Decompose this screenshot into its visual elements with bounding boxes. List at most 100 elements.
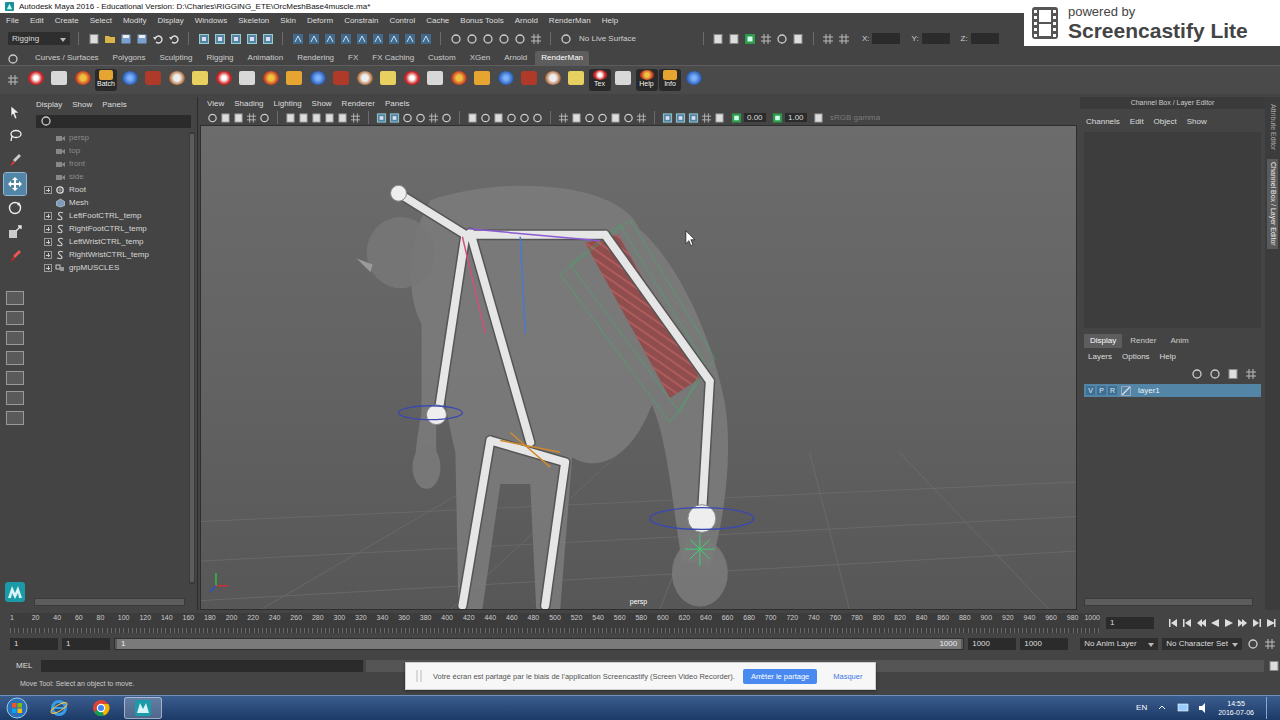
viewport-tool-icon[interactable]: [337, 112, 348, 123]
snap-icon[interactable]: [403, 32, 416, 45]
viewport-tool-icon[interactable]: [493, 112, 504, 123]
menu-item[interactable]: Skin: [280, 16, 296, 26]
view-transform-dropdown[interactable]: sRGB gamma: [826, 113, 906, 123]
select-tool-icon[interactable]: [4, 101, 26, 123]
prefs-icon[interactable]: [1263, 638, 1276, 651]
render-icon[interactable]: [728, 32, 741, 45]
shelf-tab[interactable]: Animation: [242, 51, 290, 65]
coordinate-field[interactable]: [922, 33, 950, 44]
menu-item[interactable]: Modify: [123, 16, 147, 26]
layer-tool-icon[interactable]: [1208, 367, 1221, 380]
side-tab[interactable]: Channel Box / Layer Editor: [1267, 159, 1277, 249]
script-language-button[interactable]: MEL: [10, 660, 38, 672]
clock[interactable]: 14:552016-07-06: [1218, 699, 1254, 717]
viewport-tool-icon[interactable]: [311, 112, 322, 123]
stop-sharing-button[interactable]: Arrêter le partage: [743, 669, 817, 684]
transform-field-icon[interactable]: [838, 32, 851, 45]
shelf-button[interactable]: [283, 69, 305, 91]
viewport-tool-icon[interactable]: [402, 112, 413, 123]
layout-button[interactable]: [6, 291, 24, 305]
file-icon[interactable]: [167, 32, 180, 45]
anim-layer-dropdown[interactable]: No Anim Layer: [1080, 638, 1158, 650]
snap-icon[interactable]: [323, 32, 336, 45]
shelf-button[interactable]: Batch: [95, 69, 117, 91]
outliner-menu-item[interactable]: Display: [36, 100, 62, 110]
viewport-tool-icon[interactable]: [480, 112, 491, 123]
layout-button[interactable]: [6, 371, 24, 385]
outliner-item[interactable]: grpMUSCLES: [30, 262, 197, 275]
shelf-tab[interactable]: Custom: [422, 51, 462, 65]
shelf-button[interactable]: Help: [636, 69, 658, 91]
hide-button[interactable]: Masquer: [825, 669, 870, 684]
shelf-button[interactable]: [119, 69, 141, 91]
shelf-button[interactable]: [25, 69, 47, 91]
viewport-menu-item[interactable]: Lighting: [274, 99, 302, 109]
timeline-track[interactable]: 1204060801001201401601802002202402602803…: [10, 613, 1100, 633]
move-tool-icon[interactable]: [4, 173, 26, 195]
layer-color-icon[interactable]: [1119, 384, 1132, 397]
outliner-menu-item[interactable]: Panels: [102, 100, 126, 110]
file-icon[interactable]: [135, 32, 148, 45]
layer-menu-item[interactable]: Layers: [1088, 352, 1112, 362]
shelf-button[interactable]: [448, 69, 470, 91]
playback-start-field[interactable]: 1: [62, 638, 110, 650]
viewport-tool-icon[interactable]: [597, 112, 608, 123]
select-mode-icon[interactable]: [197, 32, 210, 45]
viewport-tool-icon[interactable]: [584, 112, 595, 123]
outliner-item[interactable]: LeftFootCTRL_temp: [30, 210, 197, 223]
maya-logo-icon[interactable]: [5, 582, 25, 602]
viewport-tool-icon[interactable]: [207, 112, 218, 123]
shelf-button[interactable]: Tex: [589, 69, 611, 91]
shelf-tab[interactable]: Curves / Surfaces: [29, 51, 105, 65]
viewport-menu-item[interactable]: Show: [312, 99, 332, 109]
shelf-tab[interactable]: Sculpting: [154, 51, 199, 65]
layout-button[interactable]: [6, 411, 24, 425]
lasso-tool-icon[interactable]: [4, 125, 26, 147]
menu-item[interactable]: Create: [55, 16, 79, 26]
viewport-tool-icon[interactable]: [636, 112, 647, 123]
outliner-item[interactable]: Root: [30, 184, 197, 197]
viewport-tool-icon[interactable]: [506, 112, 517, 123]
menu-item[interactable]: Cache: [426, 16, 449, 26]
menu-set-dropdown[interactable]: Rigging: [8, 32, 70, 46]
channel-box-menu-item[interactable]: Show: [1187, 117, 1207, 127]
command-input[interactable]: [41, 660, 363, 672]
shelf-button[interactable]: [495, 69, 517, 91]
tray-arrow-icon[interactable]: [1155, 702, 1168, 715]
viewport-tool-icon[interactable]: [441, 112, 452, 123]
snap-icon[interactable]: [371, 32, 384, 45]
current-frame-field[interactable]: 1: [1106, 617, 1154, 629]
file-icon[interactable]: [87, 32, 100, 45]
menu-item[interactable]: Skeleton: [238, 16, 269, 26]
layout-button[interactable]: [6, 331, 24, 345]
shelf-button[interactable]: [354, 69, 376, 91]
outliner-item[interactable]: persp: [30, 132, 197, 145]
shelf-tab[interactable]: XGen: [464, 51, 496, 65]
outliner-item[interactable]: top: [30, 145, 197, 158]
snap-icon[interactable]: [355, 32, 368, 45]
viewport-tool-icon[interactable]: [532, 112, 543, 123]
playback-icon[interactable]: [1196, 618, 1206, 628]
menu-item[interactable]: Control: [389, 16, 415, 26]
shelf-gear-icon[interactable]: [6, 52, 19, 65]
history-icon[interactable]: [513, 32, 526, 45]
volume-icon[interactable]: [1197, 702, 1210, 715]
viewport-tool-icon[interactable]: [298, 112, 309, 123]
shelf-button[interactable]: [401, 69, 423, 91]
shelf-tab[interactable]: Polygons: [107, 51, 152, 65]
3d-viewport[interactable]: persp: [200, 125, 1077, 611]
select-mode-icon[interactable]: [229, 32, 242, 45]
history-icon[interactable]: [497, 32, 510, 45]
layer-tab[interactable]: Render: [1124, 334, 1162, 348]
shelf-tab[interactable]: Rendering: [291, 51, 340, 65]
range-slider-handle[interactable]: 11000: [117, 639, 961, 649]
snap-icon[interactable]: [339, 32, 352, 45]
viewport-tool-icon[interactable]: [376, 112, 387, 123]
viewport-tool-icon[interactable]: [246, 112, 257, 123]
viewport-menu-item[interactable]: Panels: [385, 99, 409, 109]
character-set-dropdown[interactable]: No Character Set: [1162, 638, 1242, 650]
shelf-button[interactable]: [330, 69, 352, 91]
shelf-button[interactable]: [424, 69, 446, 91]
shelf-button[interactable]: [72, 69, 94, 91]
scale-tool-icon[interactable]: [4, 221, 26, 243]
